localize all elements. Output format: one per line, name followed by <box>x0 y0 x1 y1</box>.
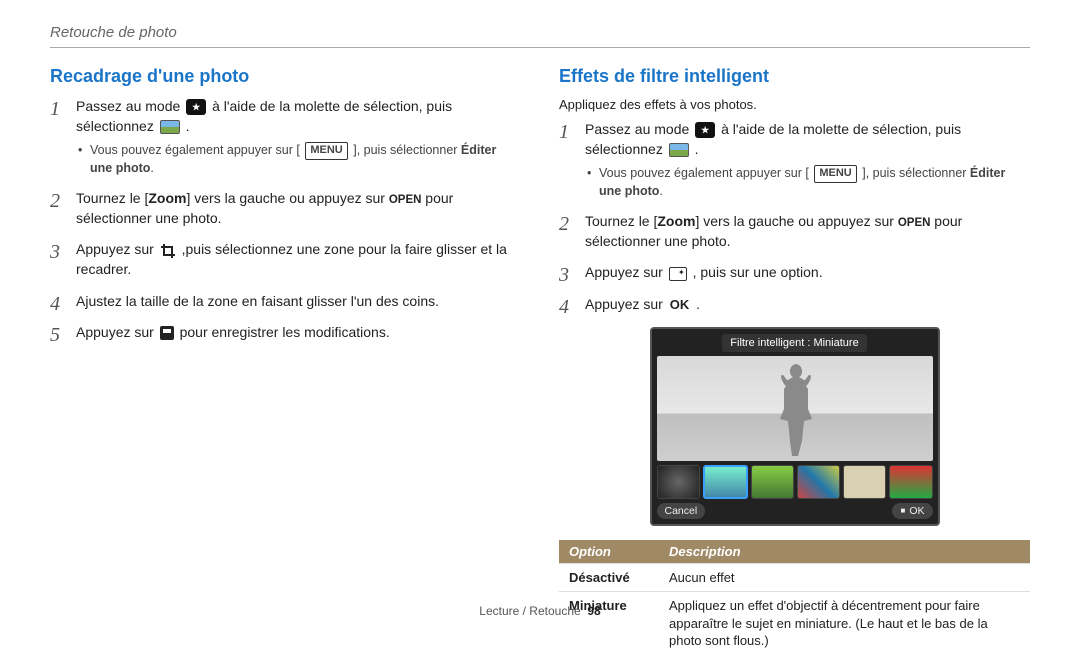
menu-icon: MENU <box>814 165 856 182</box>
step-3: Appuyez sur , puis sur une option. <box>559 263 1030 283</box>
preview-photo <box>657 356 933 461</box>
content-columns: Recadrage d'une photo Passez au mode ★ à… <box>50 66 1030 655</box>
save-icon <box>160 326 174 340</box>
right-steps: Passez au mode ★ à l'aide de la molette … <box>559 120 1030 315</box>
right-column: Effets de filtre intelligent Appliquez d… <box>559 66 1030 655</box>
step-3: Appuyez sur ,puis sélectionnez une zone … <box>50 240 521 279</box>
table-row: Miniature Appliquez un effet d'objectif … <box>559 592 1030 655</box>
col-option: Option <box>559 540 659 564</box>
step-2: Tournez le [Zoom] vers la gauche ou appu… <box>559 212 1030 251</box>
crop-icon <box>160 243 176 259</box>
mode-icon: ★ <box>695 122 715 138</box>
landscape-icon <box>669 143 689 157</box>
step-text: Ajustez la taille de la zone en faisant … <box>76 293 439 309</box>
step-text: . <box>695 141 699 157</box>
page-number: 98 <box>587 604 600 618</box>
note-text: ], puis sélectionner <box>862 166 970 180</box>
step-note: Vous pouvez également appuyer sur [ MENU… <box>585 165 1030 200</box>
thumbnail-strip <box>657 465 933 499</box>
step-4: Ajustez la taille de la zone en faisant … <box>50 292 521 312</box>
filter-icon <box>669 267 687 281</box>
thumbnail[interactable] <box>657 465 700 499</box>
thumbnail[interactable] <box>889 465 932 499</box>
option-desc: Appliquez un effet d'objectif à décentre… <box>659 592 1030 655</box>
cancel-button[interactable]: Cancel <box>657 503 706 519</box>
breadcrumb: Retouche de photo <box>50 24 1030 41</box>
option-name: Miniature <box>559 592 659 655</box>
step-4: Appuyez sur OK . <box>559 295 1030 315</box>
step-text: . <box>186 118 190 134</box>
option-desc: Aucun effet <box>659 563 1030 592</box>
table-row: Désactivé Aucun effet <box>559 563 1030 592</box>
step-text: ] vers la gauche ou appuyez sur <box>186 190 388 206</box>
note-text: Vous pouvez également appuyer sur [ <box>599 166 809 180</box>
camera-screen: Filtre intelligent : Miniature <box>650 327 940 526</box>
ok-icon: OK <box>667 296 693 314</box>
step-5: Appuyez sur pour enregistrer les modific… <box>50 323 521 343</box>
note-text: ], puis sélectionner <box>353 143 461 157</box>
ok-button-label: OK <box>909 505 924 517</box>
open-label: OPEN <box>898 217 931 229</box>
step-text: Appuyez sur <box>585 296 667 312</box>
step-text: ] vers la gauche ou appuyez sur <box>695 213 897 229</box>
step-text: Tournez le [ <box>585 213 657 229</box>
option-name: Désactivé <box>559 563 659 592</box>
left-steps: Passez au mode ★ à l'aide de la molette … <box>50 97 521 343</box>
screen-buttons: Cancel ■OK <box>657 503 933 519</box>
step-text: , puis sur une option. <box>693 264 823 280</box>
right-intro: Appliquez des effets à vos photos. <box>559 97 1030 112</box>
step-text: . <box>696 296 700 312</box>
options-table: Option Description Désactivé Aucun effet… <box>559 540 1030 655</box>
step-bold: Zoom <box>657 213 695 229</box>
menu-icon: MENU <box>305 142 347 159</box>
step-note: Vous pouvez également appuyer sur [ MENU… <box>76 142 521 177</box>
step-1: Passez au mode ★ à l'aide de la molette … <box>559 120 1030 200</box>
filter-name-label: Filtre intelligent : Miniature <box>722 334 866 352</box>
note-text: . <box>659 184 662 198</box>
step-bold: Zoom <box>148 190 186 206</box>
step-text: Appuyez sur <box>76 241 158 257</box>
step-text: Tournez le [ <box>76 190 148 206</box>
step-text: Appuyez sur <box>76 324 158 340</box>
footer-section: Lecture / Retouche <box>479 604 580 618</box>
mode-icon: ★ <box>186 99 206 115</box>
header-divider <box>50 47 1030 48</box>
step-text: Passez au mode <box>585 121 693 137</box>
step-text: pour enregistrer les modifications. <box>180 324 390 340</box>
note-text: Vous pouvez également appuyer sur [ <box>90 143 300 157</box>
thumbnail-selected[interactable] <box>703 465 748 499</box>
left-column: Recadrage d'une photo Passez au mode ★ à… <box>50 66 521 655</box>
right-section-title: Effets de filtre intelligent <box>559 66 1030 87</box>
ok-button[interactable]: ■OK <box>892 503 932 519</box>
step-text: Passez au mode <box>76 98 184 114</box>
note-text: . <box>150 161 153 175</box>
landscape-icon <box>160 120 180 134</box>
open-label: OPEN <box>389 194 422 206</box>
col-description: Description <box>659 540 1030 564</box>
thumbnail[interactable] <box>797 465 840 499</box>
page: Retouche de photo Recadrage d'une photo … <box>0 0 1080 665</box>
camera-preview: Filtre intelligent : Miniature <box>650 327 940 526</box>
silhouette-icon <box>770 364 820 456</box>
step-text: Appuyez sur <box>585 264 667 280</box>
step-2: Tournez le [Zoom] vers la gauche ou appu… <box>50 189 521 228</box>
thumbnail[interactable] <box>751 465 794 499</box>
left-section-title: Recadrage d'une photo <box>50 66 521 87</box>
page-footer: Lecture / Retouche 98 <box>0 604 1080 618</box>
thumbnail[interactable] <box>843 465 886 499</box>
step-1: Passez au mode ★ à l'aide de la molette … <box>50 97 521 177</box>
